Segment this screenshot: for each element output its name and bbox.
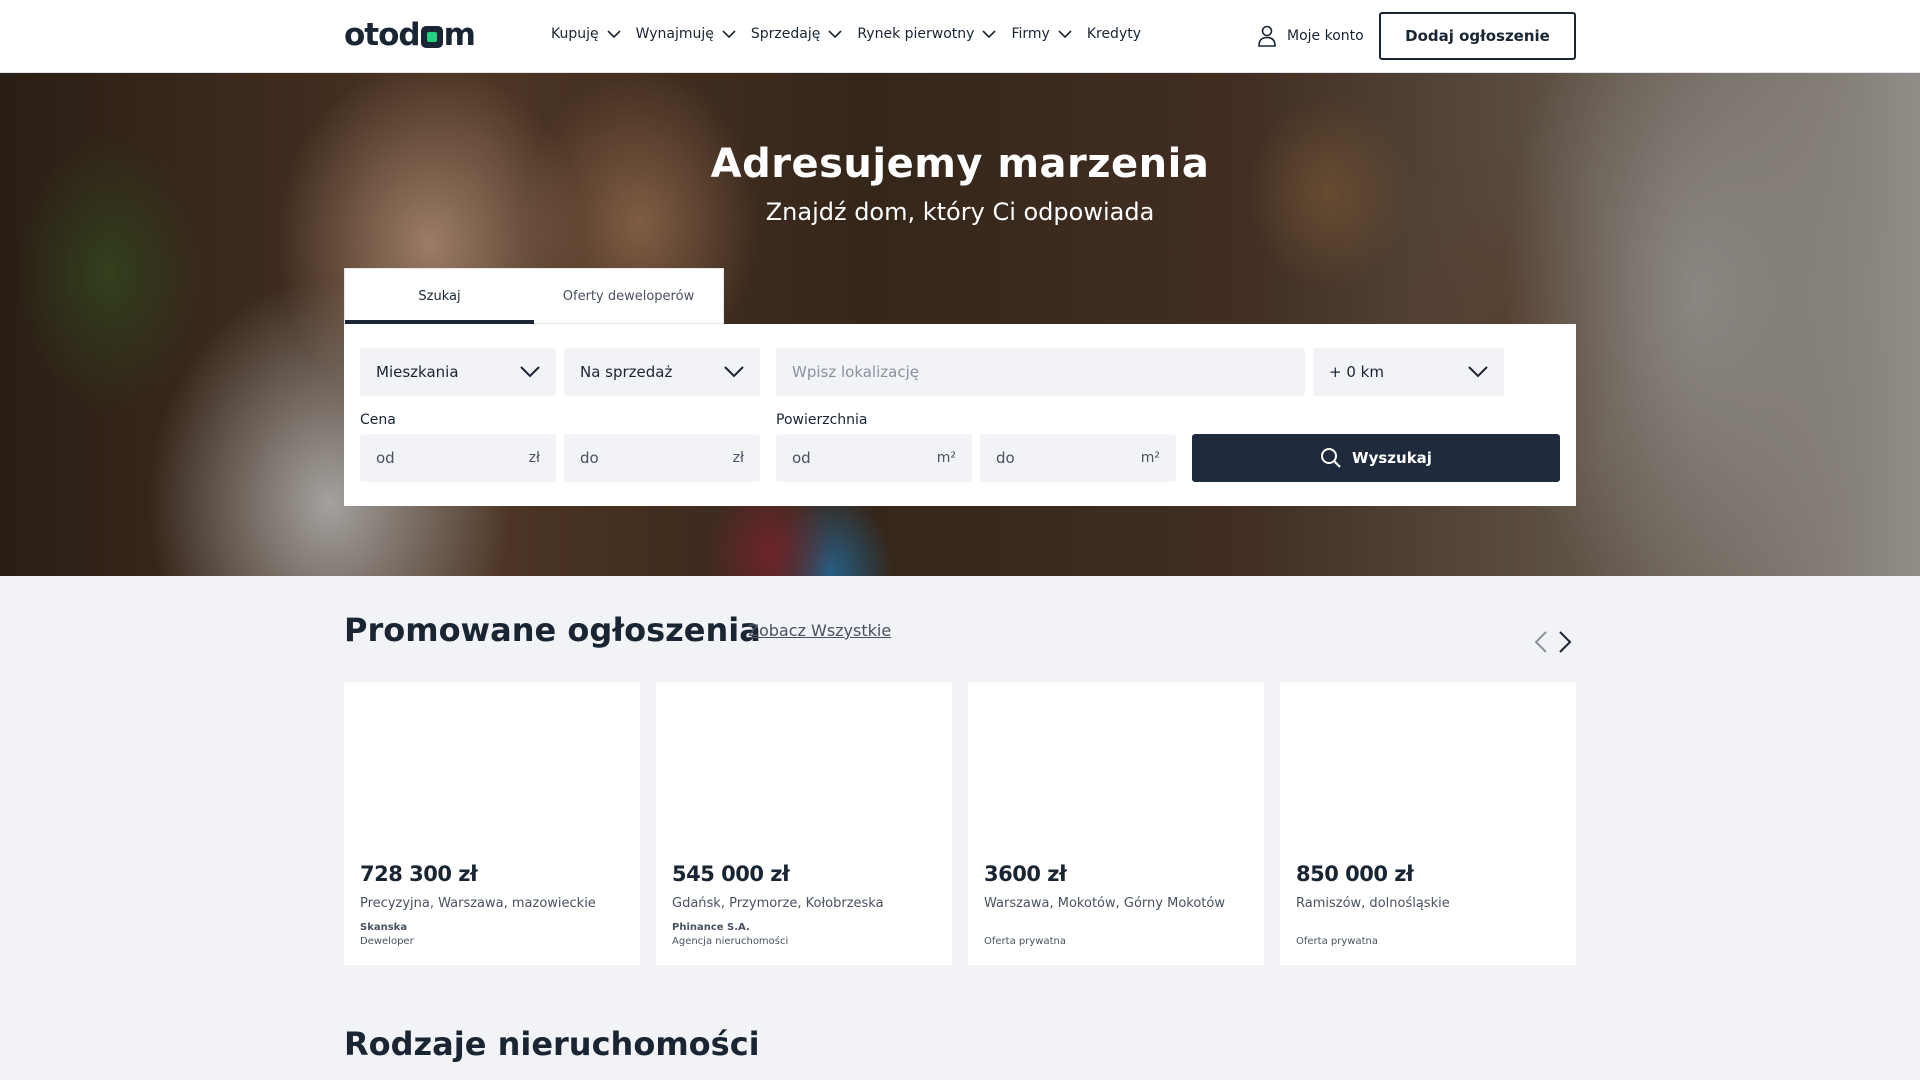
- property-types-title: Rodzaje nieruchomości: [344, 1025, 760, 1063]
- nav-item-wynajmuje[interactable]: Wynajmuję: [636, 26, 736, 42]
- area-to-input[interactable]: do m²: [980, 434, 1176, 482]
- price-from-placeholder: od: [376, 449, 395, 467]
- location-placeholder: Wpisz lokalizację: [792, 363, 919, 381]
- search-button[interactable]: Wyszukaj: [1192, 434, 1560, 482]
- main-nav: Kupuję Wynajmuję Sprzedaję Rynek pierwot…: [551, 26, 1156, 42]
- search-button-label: Wyszukaj: [1352, 449, 1432, 467]
- area-from-input[interactable]: od m²: [776, 434, 972, 482]
- nav-item-firmy[interactable]: Firmy: [1011, 26, 1072, 42]
- listing-agent-type: Oferta prywatna: [984, 936, 1066, 947]
- price-label: Cena: [360, 412, 396, 428]
- nav-item-sprzedaje[interactable]: Sprzedaję: [751, 26, 842, 42]
- user-icon: [1258, 25, 1276, 47]
- chevron-down-icon: [722, 29, 736, 38]
- nav-item-kredyty[interactable]: Kredyty: [1087, 26, 1141, 42]
- chevron-down-icon: [982, 29, 997, 38]
- chevron-right-icon[interactable]: [1558, 631, 1572, 653]
- listing-card[interactable]: 850 000 zł Ramiszów, dolnośląskie Oferta…: [1280, 682, 1576, 965]
- listing-location: Precyzyjna, Warszawa, mazowieckie: [360, 896, 596, 911]
- listing-card[interactable]: 545 000 zł Gdańsk, Przymorze, Kołobrzesk…: [656, 682, 952, 965]
- see-all-link[interactable]: Zobacz Wszystkie: [748, 621, 891, 640]
- add-listing-button[interactable]: Dodaj ogłoszenie: [1379, 12, 1576, 60]
- nav-item-label: Wynajmuję: [635, 26, 714, 42]
- transaction-type-value: Na sprzedaż: [580, 363, 673, 381]
- radius-select[interactable]: + 0 km: [1313, 348, 1504, 396]
- search-tabs: Szukaj Oferty deweloperów: [344, 268, 724, 324]
- property-type-value: Mieszkania: [376, 363, 459, 381]
- nav-item-rynek-pierwotny[interactable]: Rynek pierwotny: [857, 26, 997, 42]
- property-type-select[interactable]: Mieszkania: [360, 348, 556, 396]
- tab-developer-offers[interactable]: Oferty deweloperów: [534, 269, 723, 324]
- price-from-input[interactable]: od zł: [360, 434, 556, 482]
- price-unit: zł: [732, 450, 744, 466]
- logo-text-part2: m: [443, 17, 476, 53]
- search-icon: [1321, 448, 1341, 468]
- top-navigation-bar: otod m Kupuję Wynajmuję Sprzedaję Rynek p…: [0, 0, 1920, 73]
- nav-item-label: Firmy: [1011, 26, 1050, 42]
- price-unit: zł: [528, 450, 540, 466]
- chevron-left-icon[interactable]: [1534, 631, 1548, 653]
- logo-text-part1: otod: [344, 17, 421, 53]
- chevron-down-icon: [724, 366, 744, 378]
- listing-price: 545 000 zł: [672, 862, 790, 886]
- listing-price: 850 000 zł: [1296, 862, 1414, 886]
- location-input[interactable]: Wpisz lokalizację: [776, 348, 1305, 396]
- nav-item-label: Sprzedaję: [750, 26, 821, 42]
- listing-location: Gdańsk, Przymorze, Kołobrzeska: [672, 896, 884, 911]
- chevron-down-icon: [607, 29, 621, 38]
- promoted-section-title: Promowane ogłoszenia: [344, 611, 761, 649]
- nav-item-label: Kupuję: [551, 26, 599, 42]
- transaction-type-select[interactable]: Na sprzedaż: [564, 348, 760, 396]
- hero-title: Adresujemy marzenia: [710, 141, 1210, 187]
- listing-card[interactable]: 728 300 zł Precyzyjna, Warszawa, mazowie…: [344, 682, 640, 965]
- listing-price: 728 300 zł: [360, 862, 478, 886]
- listing-agent-type: Oferta prywatna: [1296, 936, 1378, 947]
- my-account-label: Moje konto: [1287, 28, 1364, 44]
- search-panel: Mieszkania Na sprzedaż Wpisz lokalizację…: [344, 324, 1576, 506]
- area-to-placeholder: do: [996, 449, 1015, 467]
- price-to-placeholder: do: [580, 449, 599, 467]
- listing-location: Warszawa, Mokotów, Górny Mokotów: [984, 896, 1225, 911]
- chevron-down-icon: [828, 29, 842, 38]
- listing-agent: Skanska: [360, 922, 408, 933]
- chevron-down-icon: [1058, 29, 1072, 38]
- area-unit: m²: [936, 450, 956, 466]
- otodom-logo[interactable]: otod m: [344, 17, 476, 53]
- area-unit: m²: [1140, 450, 1160, 466]
- area-from-placeholder: od: [792, 449, 811, 467]
- nav-item-kupuje[interactable]: Kupuję: [551, 26, 621, 42]
- listing-agent-type: Deweloper: [360, 936, 414, 947]
- listing-agent: Phinance S.A.: [672, 922, 750, 933]
- nav-item-label: Kredyty: [1086, 26, 1142, 42]
- listing-price: 3600 zł: [984, 862, 1067, 886]
- my-account-link[interactable]: Moje konto: [1257, 25, 1364, 47]
- hero-subtitle: Znajdź dom, który Ci odpowiada: [765, 198, 1155, 226]
- nav-item-label: Rynek pierwotny: [857, 26, 975, 42]
- chevron-down-icon: [1468, 366, 1488, 378]
- carousel-arrows: [1534, 631, 1572, 653]
- listing-agent-type: Agencja nieruchomości: [672, 936, 789, 947]
- tab-search[interactable]: Szukaj: [345, 269, 534, 324]
- listing-card[interactable]: 3600 zł Warszawa, Mokotów, Górny Mokotów…: [968, 682, 1264, 965]
- price-to-input[interactable]: do zł: [564, 434, 760, 482]
- area-label: Powierzchnia: [776, 412, 868, 428]
- radius-value: + 0 km: [1329, 363, 1384, 381]
- listing-location: Ramiszów, dolnośląskie: [1296, 896, 1450, 911]
- chevron-down-icon: [520, 366, 540, 378]
- logo-mark-icon: [420, 26, 443, 48]
